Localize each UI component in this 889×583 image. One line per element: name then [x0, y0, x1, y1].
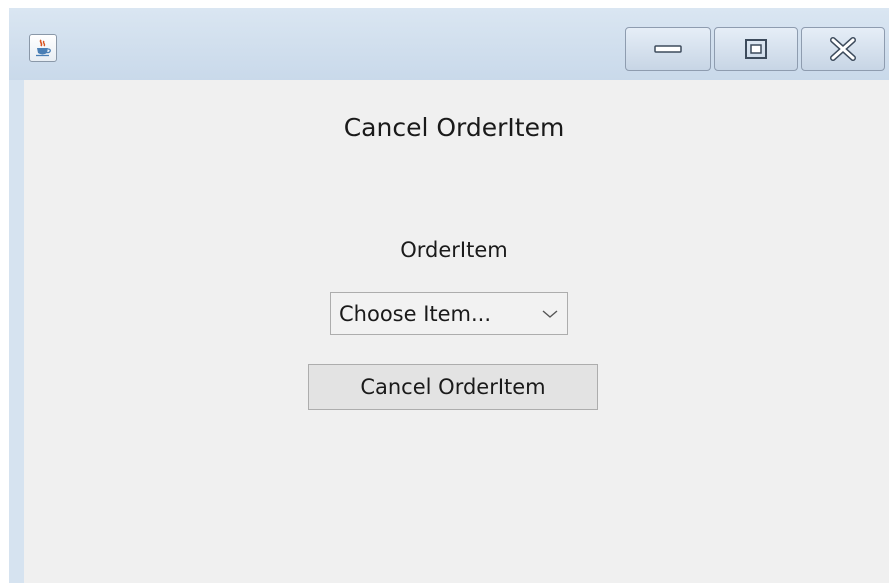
orderitem-select-value: Choose Item...	[339, 302, 492, 326]
java-coffee-cup-icon[interactable]	[29, 34, 57, 62]
content-panel: Cancel OrderItem OrderItem Choose Item..…	[24, 80, 889, 583]
cancel-orderitem-button[interactable]: Cancel OrderItem	[308, 364, 598, 410]
app-window: Cancel OrderItem OrderItem Choose Item..…	[9, 8, 889, 583]
close-button[interactable]	[801, 27, 885, 71]
minimize-button[interactable]	[625, 27, 711, 71]
page-title: Cancel OrderItem	[343, 113, 565, 142]
close-icon	[830, 37, 856, 61]
orderitem-label: OrderItem	[400, 238, 508, 262]
maximize-icon	[745, 39, 767, 59]
maximize-button[interactable]	[714, 27, 798, 71]
chevron-down-icon	[542, 310, 558, 318]
minimize-icon	[654, 45, 682, 53]
orderitem-select[interactable]: Choose Item...	[330, 292, 568, 335]
title-bar[interactable]	[9, 8, 889, 80]
